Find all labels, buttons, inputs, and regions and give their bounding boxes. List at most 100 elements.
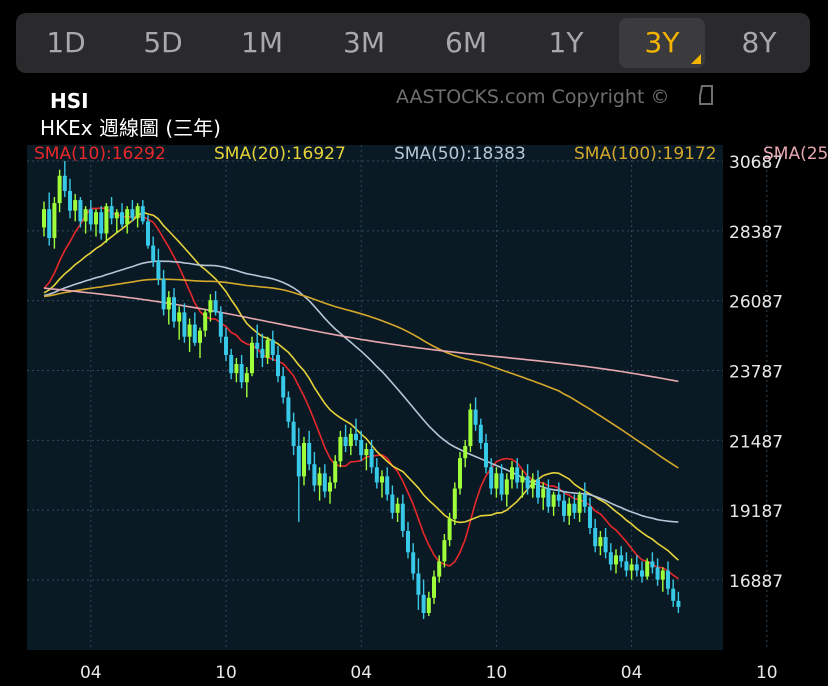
candle-body: [265, 339, 270, 358]
x-tick-label: 04: [80, 663, 102, 683]
candle-body: [135, 206, 140, 219]
candle-body: [478, 424, 483, 443]
y-axis: 30687283872608723787214871918716887: [729, 153, 783, 592]
candle-body: [187, 324, 192, 337]
candle-body: [541, 488, 546, 498]
candle-body: [239, 364, 244, 383]
aastocks-logo-icon: [699, 85, 713, 105]
candle-body: [104, 206, 109, 234]
candle-body: [276, 354, 280, 377]
candle-body: [354, 433, 358, 440]
candle-body: [161, 279, 166, 310]
candle-body: [99, 212, 104, 234]
candle-body: [608, 552, 613, 565]
candle-body: [198, 330, 202, 343]
candle-body: [551, 494, 556, 507]
candle-body: [489, 467, 494, 489]
candle-body: [390, 494, 395, 513]
y-tick-label: 19187: [729, 502, 783, 522]
candle-body: [385, 476, 390, 495]
candle-body: [307, 442, 312, 465]
candle-body: [374, 467, 379, 483]
candle-body: [603, 537, 608, 553]
candle-body: [452, 488, 457, 519]
y-tick-label: 23787: [729, 363, 783, 383]
candle-body: [546, 488, 551, 507]
candle-body: [567, 503, 572, 516]
candle-body: [140, 206, 145, 222]
candle-body: [380, 476, 384, 483]
candle-body: [655, 567, 660, 580]
candle-body: [83, 209, 88, 222]
y-tick-label: 16887: [729, 572, 783, 592]
candle-body: [556, 494, 561, 501]
legend-sma100: SMA(100):19172: [574, 144, 717, 164]
candle: [468, 403, 473, 453]
candle-body: [286, 397, 291, 422]
candle-body: [260, 348, 265, 358]
candle-body: [62, 175, 67, 191]
candle-body: [281, 376, 286, 398]
legend-sma20: SMA(20):16927: [214, 144, 346, 164]
candle: [452, 482, 457, 525]
candle-body: [400, 503, 405, 532]
candle-body: [109, 206, 114, 219]
candle-body: [250, 342, 254, 374]
candle-body: [562, 500, 566, 516]
candle-body: [660, 570, 665, 580]
candle-body: [88, 209, 93, 225]
x-tick-label: 10: [215, 663, 237, 683]
candle-body: [593, 527, 598, 547]
chart-title: HSI: [50, 89, 89, 113]
candle-body: [192, 324, 197, 343]
candle-body: [224, 336, 228, 355]
candle-body: [244, 373, 249, 383]
candle-body: [530, 479, 535, 489]
candle-body: [172, 297, 176, 322]
candle-body: [42, 209, 46, 228]
candle-body: [395, 503, 400, 513]
candle-body: [463, 446, 468, 459]
candle-body: [177, 312, 182, 322]
candle-body: [582, 494, 587, 507]
chart-subtitle: HKEx 週線圖 (三年): [40, 116, 221, 140]
candle-body: [624, 561, 629, 571]
candle-body: [499, 473, 504, 495]
legend-sma10: SMA(10):16292: [34, 144, 166, 164]
candle-body: [437, 561, 442, 577]
candle-body: [296, 446, 301, 477]
hsi-weekly-chart: 30687283872608723787214871918716887 04 10…: [27, 85, 828, 683]
candle: [645, 558, 650, 580]
x-tick-label: 10: [486, 663, 508, 683]
candle-body: [229, 354, 234, 374]
candle-body: [364, 449, 369, 456]
candle-body: [494, 473, 499, 489]
candle-body: [666, 570, 670, 589]
candle-body: [572, 503, 577, 513]
candle-body: [47, 209, 52, 239]
candle-body: [619, 555, 624, 562]
candle-body: [52, 203, 57, 239]
candle-body: [577, 494, 582, 513]
candle-body: [146, 221, 150, 246]
legend-sma50: SMA(50):18383: [394, 144, 526, 164]
candle-body: [338, 436, 343, 462]
candle-body: [473, 409, 478, 425]
candle-body: [614, 555, 618, 565]
candle-body: [421, 594, 426, 614]
candle-body: [671, 588, 676, 601]
candle-body: [447, 518, 452, 541]
candle-body: [515, 467, 520, 483]
candle-body: [218, 312, 223, 337]
candle-body: [291, 421, 296, 447]
candle-body: [255, 342, 260, 349]
candle-body: [125, 209, 130, 225]
candle-body: [317, 473, 322, 486]
candle-body: [520, 476, 525, 483]
candle-body: [73, 200, 78, 211]
candle-body: [406, 531, 410, 553]
candle-body: [525, 476, 530, 489]
candle-body: [676, 600, 681, 607]
candle-body: [234, 364, 239, 374]
x-tick-label: 10: [756, 663, 778, 683]
